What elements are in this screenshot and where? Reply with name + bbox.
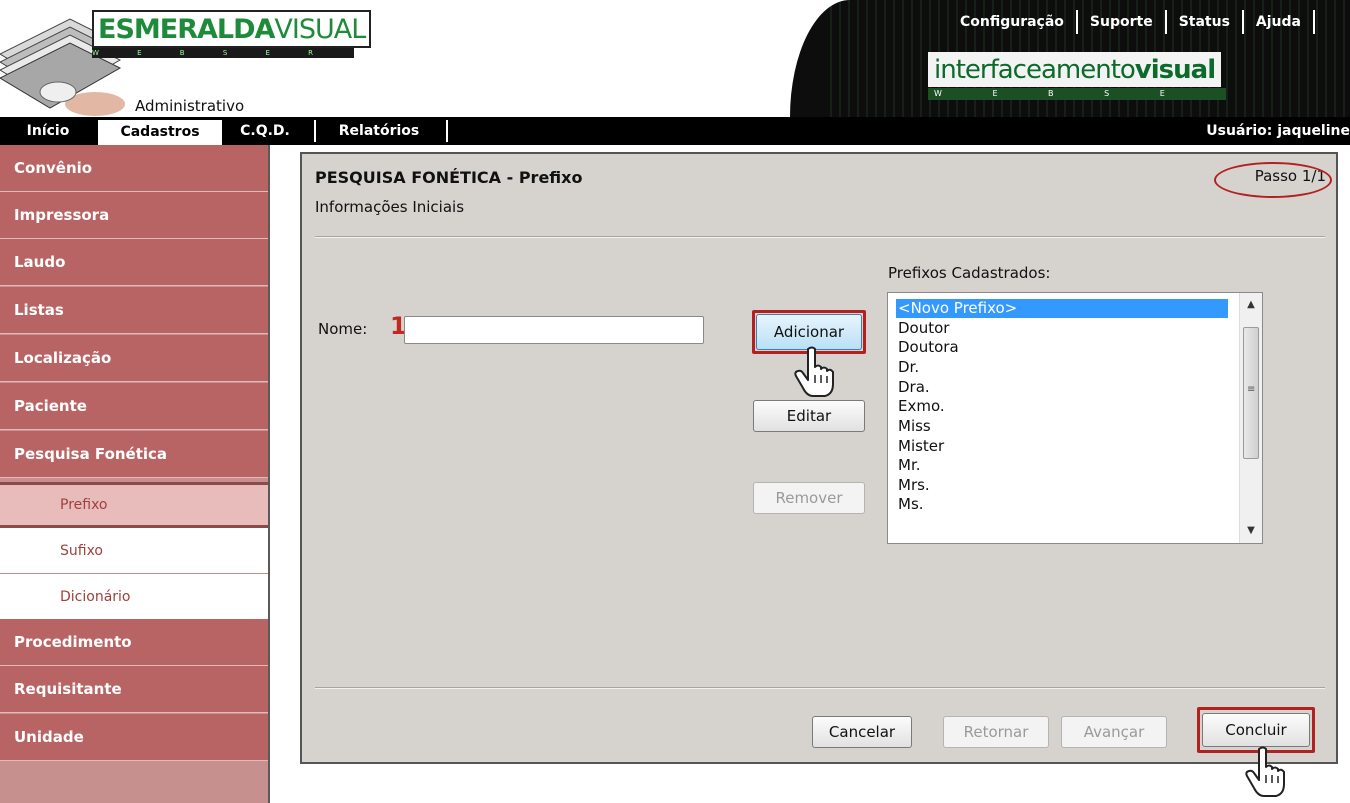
prefix-listbox[interactable]: <Novo Prefixo> Doutor Doutora Dr. Dra. E… bbox=[887, 292, 1263, 544]
next-button[interactable]: Avançar bbox=[1061, 716, 1167, 748]
listbox-scrollbar[interactable]: ▲ ≡ ▼ bbox=[1239, 293, 1262, 543]
list-item[interactable]: Doutor bbox=[896, 319, 1228, 338]
sidebar-item-unidade[interactable]: Unidade bbox=[0, 714, 268, 761]
app-subtitle: Administrativo bbox=[135, 97, 245, 115]
list-item[interactable]: Ms. bbox=[896, 495, 1228, 514]
brand2-strip: W E B S E R V I C E bbox=[928, 88, 1226, 100]
page-subtitle: Informações Iniciais bbox=[315, 198, 465, 216]
scroll-up-arrow-icon[interactable]: ▲ bbox=[1240, 295, 1262, 315]
sidebar-item-convenio[interactable]: Convênio bbox=[0, 145, 268, 192]
list-item[interactable]: Miss bbox=[896, 417, 1228, 436]
prefix-list-label: Prefixos Cadastrados: bbox=[888, 264, 1051, 282]
list-item[interactable]: Doutora bbox=[896, 338, 1228, 357]
main-nav: Início Cadastros C.Q.D. Relatórios Usuár… bbox=[0, 117, 1350, 145]
logo-esmeralda: ESMERALDAVISUAL W E B S E R V I C E Admi… bbox=[0, 0, 372, 117]
nav-divider bbox=[446, 120, 448, 142]
list-item[interactable]: Mr. bbox=[896, 456, 1228, 475]
scrollbar-thumb[interactable]: ≡ bbox=[1243, 327, 1259, 459]
sidebar-item-paciente[interactable]: Paciente bbox=[0, 383, 268, 430]
list-item-novo-prefixo[interactable]: <Novo Prefixo> bbox=[896, 299, 1228, 318]
sidebar-subitem-sufixo[interactable]: Sufixo bbox=[0, 528, 268, 574]
brand2-bold: visual bbox=[1134, 55, 1216, 85]
brand2-light: interfaceamento bbox=[934, 55, 1136, 85]
list-item[interactable]: Exmo. bbox=[896, 397, 1228, 416]
nav-relatorios[interactable]: Relatórios bbox=[318, 117, 440, 145]
top-menu: Configuração Suporte Status Ajuda bbox=[948, 10, 1315, 34]
sidebar-item-impressora[interactable]: Impressora bbox=[0, 192, 268, 239]
divider-bottom bbox=[315, 687, 1325, 689]
finish-button[interactable]: Concluir bbox=[1202, 713, 1310, 747]
scroll-down-arrow-icon[interactable]: ▼ bbox=[1240, 521, 1262, 541]
edit-button[interactable]: Editar bbox=[753, 400, 865, 432]
header-banner: Configuração Suporte Status Ajuda interf… bbox=[790, 0, 1350, 117]
sidebar-item-procedimento[interactable]: Procedimento bbox=[0, 619, 268, 666]
hand-pointer-icon bbox=[794, 346, 834, 397]
header: ESMERALDAVISUAL W E B S E R V I C E Admi… bbox=[0, 0, 1350, 117]
sidebar-subitem-prefixo[interactable]: Prefixo bbox=[0, 482, 268, 528]
nav-divider bbox=[314, 120, 316, 142]
step-highlight-oval bbox=[1214, 162, 1332, 198]
brand-logo: ESMERALDA VISUAL bbox=[92, 10, 372, 48]
remove-button[interactable]: Remover bbox=[753, 482, 865, 514]
sidebar-subitem-dicionario[interactable]: Dicionário bbox=[0, 574, 268, 620]
name-label: Nome: bbox=[318, 320, 368, 338]
sidebar-item-laudo[interactable]: Laudo bbox=[0, 239, 268, 286]
top-menu-suporte[interactable]: Suporte bbox=[1078, 10, 1167, 34]
sidebar-item-pesquisa-fonetica[interactable]: Pesquisa Fonética bbox=[0, 431, 268, 478]
grip-icon: ≡ bbox=[1247, 384, 1256, 395]
list-item[interactable]: Dr. bbox=[896, 358, 1228, 377]
sidebar-item-requisitante[interactable]: Requisitante bbox=[0, 666, 268, 713]
brand-strip: W E B S E R V I C E bbox=[92, 48, 354, 58]
list-item[interactable]: Mrs. bbox=[896, 476, 1228, 495]
hand-pointer-icon bbox=[1245, 746, 1285, 797]
cancel-button[interactable]: Cancelar bbox=[812, 716, 912, 748]
sidebar-item-listas[interactable]: Listas bbox=[0, 287, 268, 334]
user-label: Usuário: jaqueline bbox=[1206, 123, 1350, 139]
brand-logo-interfaceamento: interfaceamento visual bbox=[928, 52, 1222, 87]
sidebar-item-localizacao[interactable]: Localização bbox=[0, 335, 268, 382]
wizard-panel: PESQUISA FONÉTICA - Prefixo Informações … bbox=[300, 152, 1338, 764]
nav-cqd[interactable]: C.Q.D. bbox=[224, 117, 306, 145]
page-title: PESQUISA FONÉTICA - Prefixo bbox=[315, 168, 583, 187]
top-menu-configuracao[interactable]: Configuração bbox=[948, 10, 1078, 34]
nav-inicio[interactable]: Início bbox=[8, 117, 88, 145]
brand-light: VISUAL bbox=[274, 13, 366, 45]
top-menu-status[interactable]: Status bbox=[1167, 10, 1244, 34]
top-menu-ajuda[interactable]: Ajuda bbox=[1244, 10, 1315, 34]
brand-bold: ESMERALDA bbox=[98, 13, 275, 45]
back-button[interactable]: Retornar bbox=[943, 716, 1049, 748]
list-item[interactable]: Dra. bbox=[896, 378, 1228, 397]
divider-top bbox=[315, 236, 1325, 238]
nav-cadastros[interactable]: Cadastros bbox=[98, 120, 222, 145]
list-item[interactable]: Mister bbox=[896, 437, 1228, 456]
name-input[interactable] bbox=[404, 316, 704, 344]
sidebar: Convênio Impressora Laudo Listas Localiz… bbox=[0, 145, 270, 803]
